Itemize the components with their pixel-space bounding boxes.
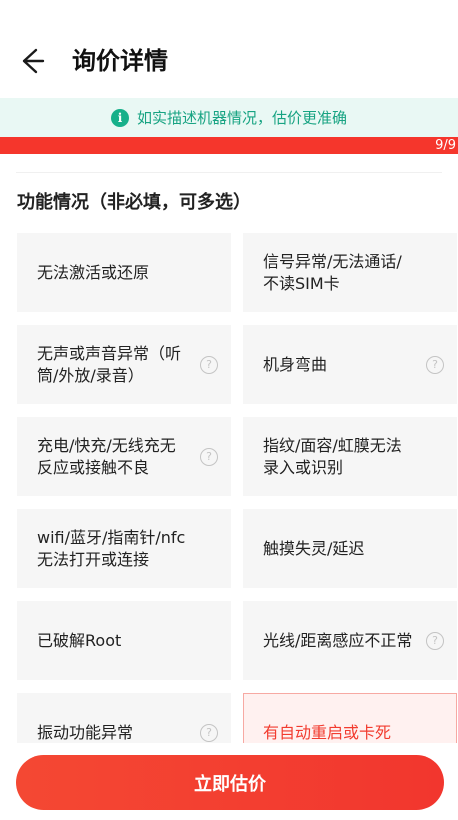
page-title: 询价详情 [72, 47, 168, 75]
help-icon[interactable]: ? [200, 355, 218, 374]
back-arrow-icon[interactable] [18, 45, 50, 77]
option-label: 信号异常/无法通话/不读SIM卡 [263, 251, 402, 293]
info-icon: i [110, 108, 129, 127]
divider [16, 172, 442, 173]
option-card[interactable]: 触摸失灵/延迟 [243, 509, 457, 588]
option-card[interactable]: 无法激活或还原 [17, 233, 231, 312]
option-card[interactable]: 机身弯曲? [243, 325, 457, 404]
option-label: 充电/快充/无线充无反应或接触不良 [37, 435, 176, 477]
progress-label: 9/9 [435, 138, 456, 153]
progress-fill [0, 137, 458, 154]
option-card[interactable]: wifi/蓝牙/指南针/nfc无法打开或连接 [17, 509, 231, 588]
option-label: 光线/距离感应不正常 [263, 630, 413, 650]
option-card[interactable]: 已破解Root [17, 601, 231, 680]
option-label: 指纹/面容/虹膜无法录入或识别 [263, 435, 402, 477]
option-label: 振动功能异常 [37, 722, 134, 742]
help-icon[interactable]: ? [426, 631, 444, 650]
option-card[interactable]: 充电/快充/无线充无反应或接触不良? [17, 417, 231, 496]
help-icon[interactable]: ? [200, 447, 218, 466]
option-card[interactable]: 信号异常/无法通话/不读SIM卡 [243, 233, 457, 312]
option-label: 有自动重启或卡死 [263, 722, 392, 742]
option-label: wifi/蓝牙/指南针/nfc无法打开或连接 [37, 527, 186, 569]
tip-text: 如实描述机器情况，估价更准确 [136, 109, 347, 127]
help-icon[interactable]: ? [426, 355, 444, 374]
option-label: 已破解Root [37, 630, 122, 650]
option-card[interactable]: 指纹/面容/虹膜无法录入或识别 [243, 417, 457, 496]
option-card[interactable]: 无声或声音异常（听筒/外放/录音）? [17, 325, 231, 404]
option-label: 机身弯曲 [263, 354, 328, 374]
progress-bar [0, 137, 458, 154]
header: 询价详情 [0, 0, 458, 98]
tip-banner: i 如实描述机器情况，估价更准确 [0, 98, 458, 137]
estimate-button[interactable]: 立即估价 [16, 755, 444, 810]
help-icon[interactable]: ? [200, 723, 218, 742]
option-label: 无法激活或还原 [37, 262, 150, 282]
option-card[interactable]: 光线/距离感应不正常? [243, 601, 457, 680]
option-label: 无声或声音异常（听筒/外放/录音） [37, 343, 182, 385]
option-label: 触摸失灵/延迟 [263, 538, 365, 558]
section-title: 功能情况（非必填，可多选） [17, 192, 251, 213]
